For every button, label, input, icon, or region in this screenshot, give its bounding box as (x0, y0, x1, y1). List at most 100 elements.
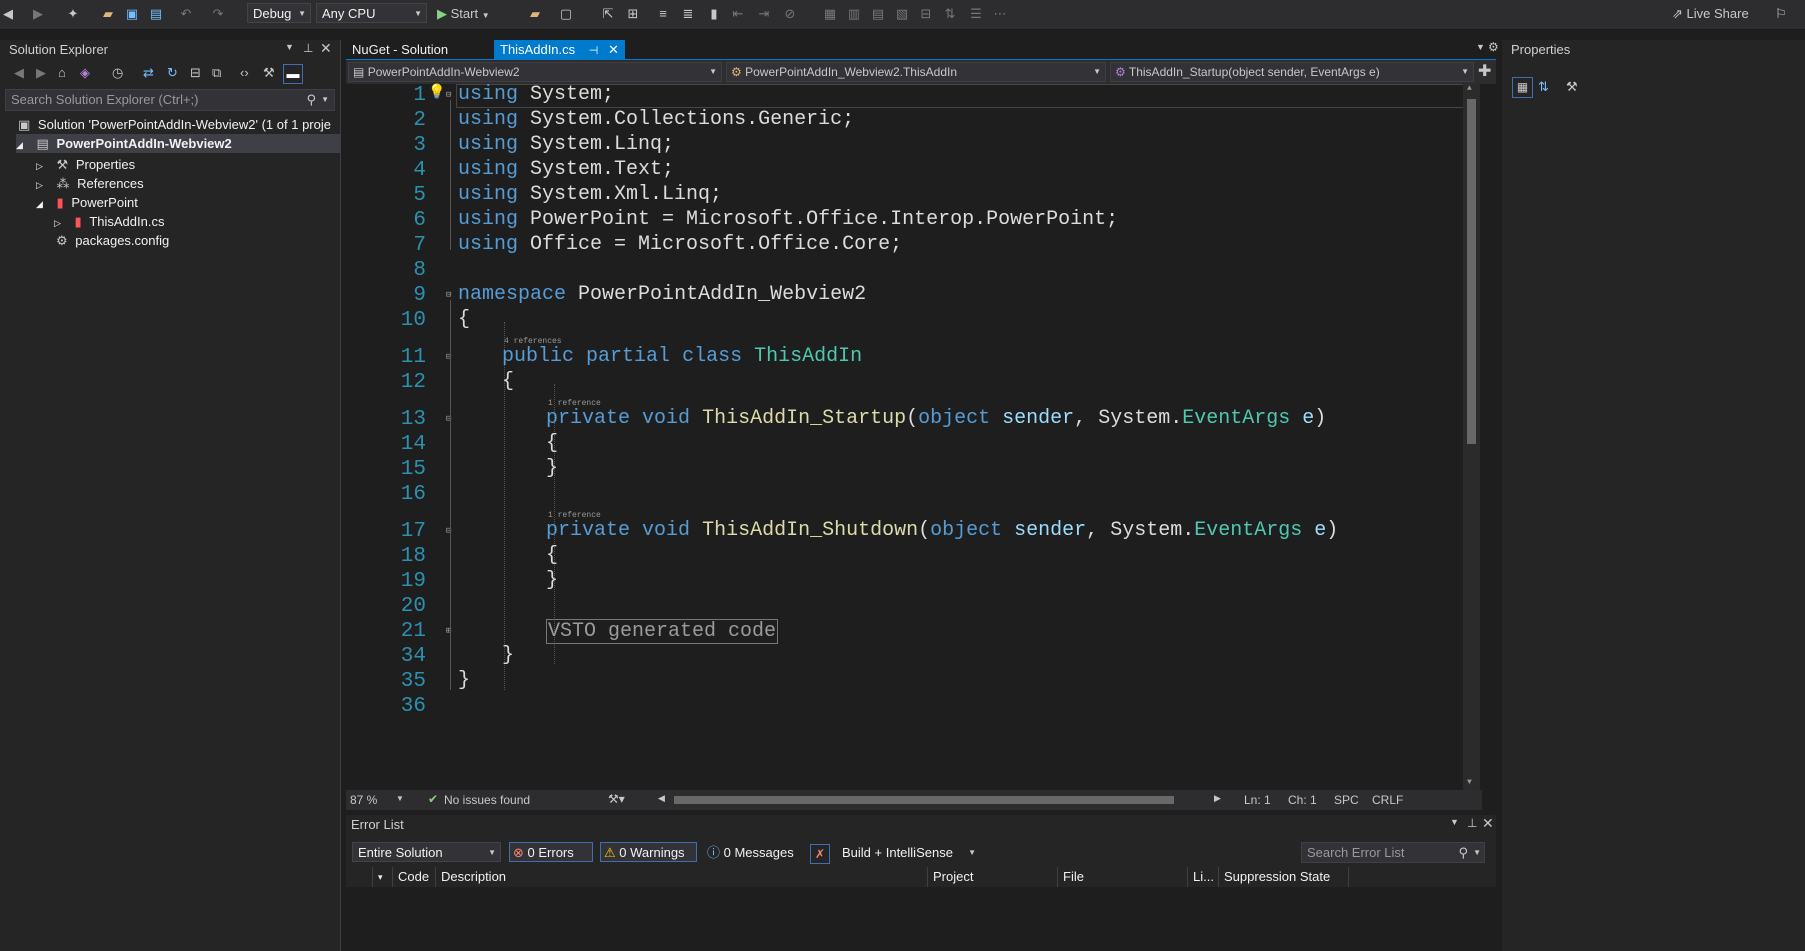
grid-icon[interactable]: ▦ (822, 6, 838, 22)
back-icon[interactable]: ◀ (0, 6, 16, 22)
member-dropdown[interactable]: ⚙ ThisAddIn_Startup(object sender, Event… (1110, 62, 1474, 82)
new-project-icon[interactable]: ✦ (65, 6, 81, 22)
filter-icon[interactable]: ⊟ (918, 6, 934, 22)
tree-item-properties[interactable]: ▷ ⚒ Properties (36, 155, 135, 174)
prev-bookmark-icon[interactable]: ⇤ (730, 6, 746, 22)
pin-icon[interactable]: ⊥ (1467, 816, 1477, 830)
tree-item-thisaddin[interactable]: ▷ ▮ ThisAddIn.cs (54, 212, 164, 231)
code-icon[interactable]: ‹› (240, 65, 249, 80)
redo-icon[interactable]: ↷ (210, 6, 226, 22)
chevron-down-icon[interactable]: ▼ (396, 794, 404, 803)
wrench-icon[interactable]: ⚒ (263, 65, 275, 81)
expanded-arrow-icon[interactable]: ◢ (16, 140, 23, 150)
scroll-down-icon[interactable]: ▼ (1467, 778, 1472, 787)
comment-icon[interactable]: ≡ (655, 6, 671, 22)
tab-thisaddin-cs[interactable]: ThisAddIn.cs ⊣ ✕ (494, 40, 625, 60)
error-scope-dropdown[interactable]: Entire Solution ▼ (352, 842, 501, 862)
column-header-line[interactable]: Li... (1188, 867, 1219, 887)
horizontal-scrollbar-thumb[interactable] (674, 796, 1174, 804)
sort-icon[interactable]: ⇅ (942, 6, 958, 22)
collapsed-arrow-icon[interactable]: ▷ (36, 180, 43, 190)
lightbulb-icon[interactable]: 💡 (428, 84, 445, 101)
categorized-icon[interactable]: ▦ (1512, 77, 1533, 98)
tab-list-dropdown-icon[interactable]: ▼ (1476, 42, 1485, 52)
tree-item-references[interactable]: ▷ ⁂ References (36, 174, 144, 193)
tab-nuget-solution[interactable]: NuGet - Solution (346, 40, 454, 60)
whitespace-indicator[interactable]: SPC (1334, 793, 1359, 807)
more-icon[interactable]: ⋯ (992, 6, 1008, 22)
list-icon[interactable]: ☰ (968, 6, 984, 22)
undo-icon[interactable]: ↶ (178, 6, 194, 22)
forward-icon[interactable]: ▶ (36, 65, 46, 81)
column-header-description[interactable]: Description (436, 867, 928, 887)
vs-icon[interactable]: ◈ (80, 65, 90, 81)
clear-filter-icon[interactable]: ✗ (810, 844, 830, 864)
save-icon[interactable]: ▣ (124, 6, 140, 22)
collapsed-region[interactable]: VSTO generated code (546, 619, 779, 644)
dropdown-icon[interactable]: ▼ (285, 42, 294, 52)
type-dropdown[interactable]: ⚙ PowerPointAddIn_Webview2.ThisAddIn ▼ (726, 62, 1106, 82)
close-icon[interactable]: ✕ (608, 42, 619, 57)
scrollbar-thumb[interactable] (1467, 99, 1476, 444)
column-header-file[interactable]: File (1058, 867, 1188, 887)
outline-icon[interactable]: ⊞ (625, 6, 641, 22)
window-icon[interactable]: ▢ (558, 6, 574, 22)
sql-icon[interactable]: ▤ (870, 6, 886, 22)
save-all-icon[interactable]: ▤ (148, 6, 164, 22)
scroll-up-icon[interactable]: ▲ (1467, 84, 1472, 93)
table-icon[interactable]: ▥ (846, 6, 862, 22)
column-header-project[interactable]: Project (928, 867, 1058, 887)
sync-icon[interactable]: ⇄ (143, 65, 154, 81)
folder-icon[interactable]: ▰ (527, 6, 543, 22)
issues-status[interactable]: No issues found (444, 793, 530, 807)
uncomment-icon[interactable]: ≣ (680, 6, 696, 22)
preview-icon[interactable]: ▬ (283, 64, 303, 84)
project-dropdown[interactable]: ▤ PowerPointAddIn-Webview2 ▼ (348, 62, 722, 82)
show-all-files-icon[interactable]: ⧉ (212, 65, 221, 81)
line-ending-indicator[interactable]: CRLF (1372, 793, 1403, 807)
errors-filter-button[interactable]: ⊗ 0 Errors (509, 842, 593, 862)
layout-icon[interactable]: ▧ (894, 6, 910, 22)
sort-alphabetical-icon[interactable]: ⇅ (1538, 79, 1549, 95)
column-sort-icon[interactable]: ▾ (373, 867, 393, 887)
feedback-icon[interactable]: ⚐ (1773, 6, 1789, 22)
column-icon-header[interactable] (346, 867, 373, 887)
code-editor[interactable]: 1 2 3 4 5 6 7 8 9 10 11 12 13 14 15 16 1… (346, 83, 1482, 790)
expanded-arrow-icon[interactable]: ◢ (36, 199, 43, 209)
pin-icon[interactable]: ⊣ (589, 45, 599, 57)
split-window-icon[interactable]: ✚ (1478, 61, 1491, 81)
live-share-button[interactable]: ⇗ Live Share (1672, 5, 1749, 23)
bookmark-icon[interactable]: ▮ (706, 6, 722, 22)
back-icon[interactable]: ◀ (14, 65, 24, 81)
next-bookmark-icon[interactable]: ⇥ (756, 6, 772, 22)
messages-filter-button[interactable]: ⓘ 0 Messages (703, 842, 803, 862)
collapsed-arrow-icon[interactable]: ▷ (36, 161, 43, 171)
line-indicator[interactable]: Ln: 1 (1244, 793, 1271, 807)
error-search-input[interactable]: Search Error List ⚲ ▼ (1301, 842, 1485, 863)
close-icon[interactable]: ✕ (1482, 815, 1494, 832)
step-icon[interactable]: ⇱ (600, 6, 616, 22)
close-icon[interactable]: ✕ (320, 40, 332, 57)
solution-search-input[interactable]: Search Solution Explorer (Ctrl+;) ⚲ ▼ (5, 89, 335, 111)
zoom-level[interactable]: 87 % (350, 793, 377, 807)
home-icon[interactable]: ⌂ (58, 65, 66, 80)
gear-icon[interactable]: ⚙ (1488, 40, 1499, 54)
start-button[interactable]: ▶ Start ▼ (437, 5, 490, 23)
collapsed-arrow-icon[interactable]: ▷ (54, 218, 61, 228)
history-icon[interactable]: ◷ (112, 65, 123, 81)
collapse-icon[interactable]: ⊟ (446, 290, 451, 300)
warnings-filter-button[interactable]: ⚠ 0 Warnings (600, 842, 697, 862)
column-header-code[interactable]: Code (393, 867, 436, 887)
property-pages-icon[interactable]: ⚒ (1566, 79, 1578, 95)
collapse-all-icon[interactable]: ⊟ (190, 65, 201, 81)
tree-item-solution[interactable]: ▣ Solution 'PowerPointAddIn-Webview2' (1… (18, 115, 331, 134)
open-folder-icon[interactable]: ▰ (100, 6, 116, 22)
clear-bookmarks-icon[interactable]: ⊘ (782, 6, 798, 22)
scroll-right-icon[interactable]: ▶ (1214, 793, 1221, 804)
column-indicator[interactable]: Ch: 1 (1288, 793, 1317, 807)
tree-item-powerpoint[interactable]: ◢ ▮ PowerPoint (36, 193, 138, 212)
platform-dropdown[interactable]: Any CPU ▼ (316, 3, 427, 23)
scroll-left-icon[interactable]: ◀ (658, 793, 665, 804)
forward-icon[interactable]: ▶ (30, 6, 46, 22)
refresh-icon[interactable]: ↻ (167, 65, 178, 81)
